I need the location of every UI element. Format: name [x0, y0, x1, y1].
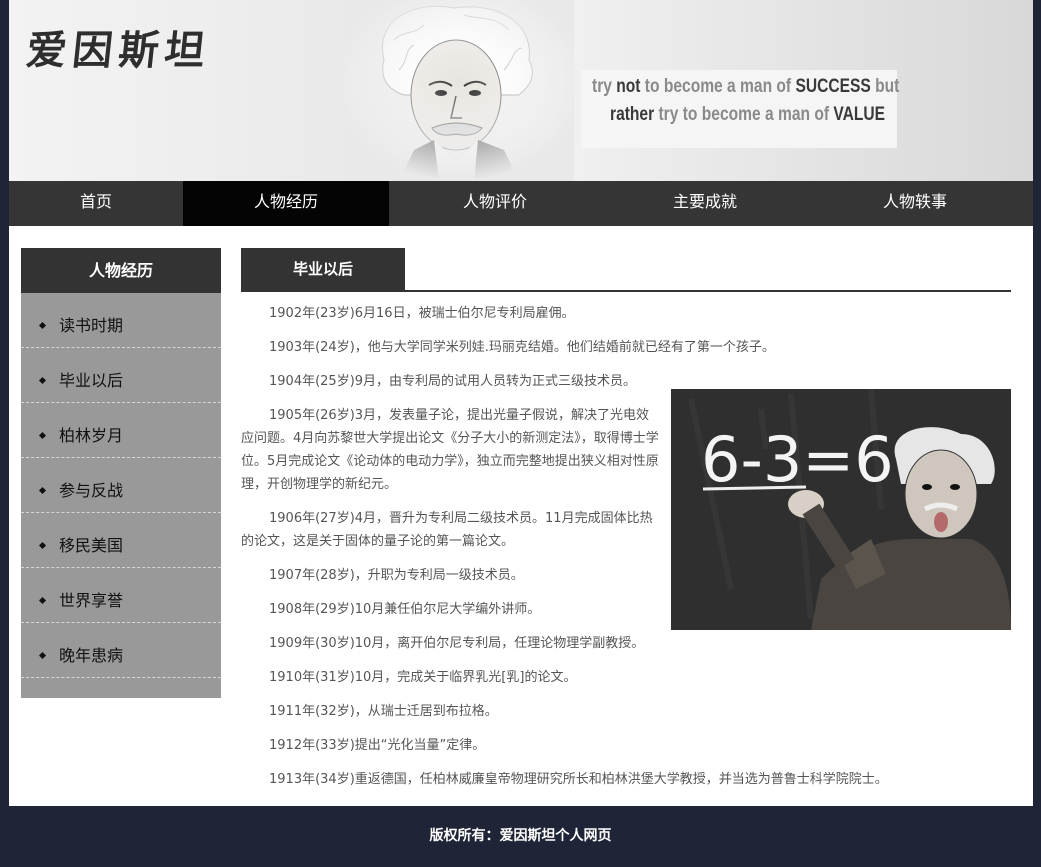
footer: 版权所有：爱因斯坦个人网页	[429, 828, 612, 844]
article-paragraph: 1907年(28岁)，升职为专利局一级技术员。	[269, 568, 524, 583]
quote-line-2: rather try to become a man of VALUE	[610, 104, 886, 125]
content-title-tab: 毕业以后	[241, 248, 405, 290]
header-banner: 爱因斯坦 try not to become a man of SUCCESS …	[9, 0, 1033, 181]
sidebar-title: 人物经历	[21, 248, 221, 293]
sidebar-item-after-graduation[interactable]: 毕业以后	[21, 348, 221, 403]
article-paragraph: 1911年(32岁)，从瑞士迁居到布拉格。	[269, 704, 498, 719]
sidebar-item-label: 毕业以后	[59, 371, 124, 390]
sidebar-item-world-fame[interactable]: 世界享誉	[21, 568, 221, 623]
sidebar-item-berlin-years[interactable]: 柏林岁月	[21, 403, 221, 458]
sidebar-item-anti-war[interactable]: 参与反战	[21, 458, 221, 513]
sidebar-item-label: 移民美国	[59, 536, 124, 555]
nav-item-achievements[interactable]: 主要成就	[601, 181, 809, 226]
sidebar-item-emigration[interactable]: 移民美国	[21, 513, 221, 568]
nav-item-anecdotes[interactable]: 人物轶事	[809, 181, 1021, 226]
article-paragraph: 1904年(25岁)9月，由专利局的试用人员转为正式三级技术员。	[269, 374, 637, 389]
article-paragraph: 1903年(24岁)，他与大学同学米列娃.玛丽克结婚。他们结婚前就已经有了第一个…	[269, 340, 775, 355]
article-paragraph: 1905年(26岁)3月，发表量子论，提出光量子假说，解决了光电效应问题。4月向…	[241, 408, 659, 492]
sidebar-item-label: 参与反战	[59, 481, 124, 500]
article-body: 1902年(23岁)6月16日，被瑞士伯尔尼专利局雇佣。 1903年(24岁)，…	[241, 302, 1011, 802]
article-paragraph: 1906年(27岁)4月，晋升为专利局二级技术员。11月完成固体比热的论文，这是…	[241, 511, 653, 549]
diamond-bullet-icon	[38, 596, 47, 605]
einstein-portrait-image	[344, 0, 574, 181]
diamond-bullet-icon	[38, 651, 47, 660]
sidebar-item-label: 晚年患病	[59, 646, 124, 665]
sidebar-item-label: 读书时期	[59, 316, 124, 335]
article-paragraph: 1912年(33岁)提出“光化当量”定律。	[269, 738, 486, 753]
article-paragraph: 1910年(31岁)10月，完成关于临界乳光[乳]的论文。	[269, 670, 577, 685]
diamond-bullet-icon	[38, 486, 47, 495]
article-paragraph: 1908年(29岁)10月兼任伯尔尼大学编外讲师。	[269, 602, 541, 617]
nav-item-evaluation[interactable]: 人物评价	[389, 181, 601, 226]
article-paragraph: 1913年(34岁)重返德国，任柏林威廉皇帝物理研究所长和柏林洪堡大学教授，并当…	[269, 772, 888, 787]
sidebar-item-school-years[interactable]: 读书时期	[21, 293, 221, 348]
content-header: 毕业以后	[241, 248, 1011, 292]
nav-item-home[interactable]: 首页	[9, 181, 183, 226]
nav-item-biography[interactable]: 人物经历	[183, 181, 389, 226]
diamond-bullet-icon	[38, 541, 47, 550]
diamond-bullet-icon	[38, 321, 47, 330]
diamond-bullet-icon	[38, 431, 47, 440]
diamond-bullet-icon	[38, 376, 47, 385]
article-paragraph: 1909年(30岁)10月，离开伯尔尼专利局，任理论物理学副教授。	[269, 636, 645, 651]
main-nav: 首页 人物经历 人物评价 主要成就 人物轶事	[9, 181, 1033, 226]
site-logo[interactable]: 爱因斯坦	[24, 18, 214, 76]
sidebar-item-late-illness[interactable]: 晚年患病	[21, 623, 221, 678]
article-paragraph: 1902年(23岁)6月16日，被瑞士伯尔尼专利局雇佣。	[269, 306, 575, 321]
page-container: 爱因斯坦 try not to become a man of SUCCESS …	[9, 0, 1033, 806]
sidebar: 人物经历 读书时期 毕业以后 柏林岁月 参与反战 移民美国 世界享誉 晚年患病	[21, 248, 221, 698]
quote-line-1: try not to become a man of SUCCESS but	[592, 76, 900, 97]
sidebar-item-label: 柏林岁月	[59, 426, 124, 445]
sidebar-item-label: 世界享誉	[59, 591, 124, 610]
